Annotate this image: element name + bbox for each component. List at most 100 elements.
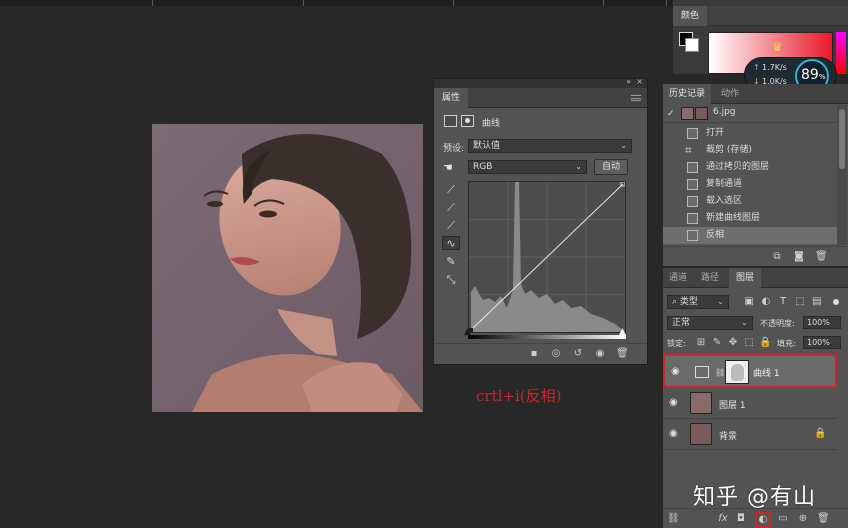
lock-pixels-icon[interactable]: ✎ (711, 337, 723, 349)
channel-dropdown[interactable]: RGB ⌄ (468, 160, 587, 174)
gauge-percent: 89 (801, 67, 819, 83)
channel-value: RGB (473, 162, 493, 172)
view-previous-icon[interactable]: ◎ (550, 348, 562, 360)
history-snapshot-row[interactable]: ✓ 6.jpg (663, 105, 837, 123)
lock-transparent-icon[interactable]: ⊞ (695, 337, 707, 349)
visibility-eye-icon[interactable]: ◉ (671, 367, 683, 377)
lock-all-icon[interactable]: 🔒 (759, 337, 771, 349)
new-document-from-state-icon[interactable]: ⧉ (771, 251, 783, 263)
auto-button[interactable]: 自动 (594, 159, 628, 175)
trash-icon[interactable]: 🗑 (815, 251, 828, 263)
lock-artboard-icon[interactable]: ⬚ (743, 337, 755, 349)
filter-pixel-icon[interactable]: ▣ (743, 296, 755, 308)
lock-icon: 🔒 (814, 428, 827, 439)
lock-position-icon[interactable]: ✥ (727, 337, 739, 349)
tab-actions[interactable]: 动作 (715, 84, 745, 104)
curve-point-tool-icon[interactable]: ∿ (442, 236, 460, 250)
ruler-tick (666, 0, 667, 6)
history-item[interactable]: 复制通道 (663, 176, 837, 193)
new-layer-icon[interactable]: ⊕ (797, 513, 809, 525)
tab-paths[interactable]: 路径 (695, 268, 725, 288)
new-group-icon[interactable]: ▭ (777, 513, 789, 525)
filter-adjustment-icon[interactable]: ◐ (760, 296, 772, 308)
layer-mask-thumb[interactable] (725, 360, 749, 384)
add-mask-icon[interactable]: ◘ (735, 513, 747, 525)
history-item[interactable]: 打开 (663, 125, 837, 142)
adjustment-title: 曲线 (482, 119, 501, 129)
panel-menu-icon[interactable] (631, 95, 641, 101)
snapshot-thumb (695, 107, 708, 120)
trash-icon[interactable]: 🗑 (616, 348, 629, 360)
mask-icon[interactable] (461, 115, 474, 127)
hue-slider[interactable] (836, 32, 846, 74)
history-item[interactable]: 通过拷贝的图层 (663, 159, 837, 176)
clip-to-layer-icon[interactable]: ▪ (528, 348, 540, 360)
hand-target-icon[interactable]: ☚ (443, 161, 457, 175)
eyedropper-black-icon[interactable]: ⟋ (444, 183, 458, 197)
fill-input[interactable]: 100% (803, 336, 841, 349)
tab-layers[interactable]: 图层 (729, 268, 762, 288)
history-tabbar: 历史记录 动作 (663, 84, 848, 104)
layer-filter-value: 类型 (679, 297, 698, 307)
tab-history[interactable]: 历史记录 (663, 84, 712, 104)
preset-label: 预设: (443, 144, 465, 154)
curves-adjustment-icon (695, 366, 709, 378)
curves-graph[interactable] (468, 181, 626, 333)
eyedropper-white-icon[interactable]: ⟋ (444, 219, 458, 233)
upload-arrow-icon: ↑ (753, 63, 760, 72)
filter-type-icon[interactable]: T (777, 296, 789, 308)
reset-icon[interactable]: ↺ (572, 348, 584, 360)
link-layers-icon[interactable]: ⛓ (667, 513, 680, 525)
visibility-eye-icon[interactable]: ◉ (669, 429, 681, 439)
canvas-photo[interactable] (152, 124, 423, 412)
blend-mode-dropdown[interactable]: 正常 ⌄ (667, 316, 753, 330)
fill-label: 填充: (777, 339, 796, 348)
layers-tabbar: 通道 路径 图层 (663, 268, 848, 288)
history-item[interactable]: 载入选区 (663, 193, 837, 210)
trash-icon[interactable]: 🗑 (817, 513, 830, 525)
link-icon[interactable]: ⛓ (715, 368, 725, 377)
visibility-eye-icon[interactable]: ◉ (669, 398, 681, 408)
history-item[interactable]: ⌗ 裁剪 (存储) (663, 142, 837, 159)
white-point-slider[interactable]: ▲ (619, 327, 626, 337)
history-item-active[interactable]: 反相 (663, 227, 837, 244)
collapse-icon[interactable]: » (626, 77, 631, 86)
chevron-down-icon: ⌄ (575, 162, 582, 171)
tab-channels[interactable]: 通道 (663, 268, 693, 288)
crop-icon: ⌗ (685, 143, 692, 157)
filter-toggle[interactable] (833, 299, 839, 305)
brush-icon: ✓ (667, 109, 675, 119)
layer-row-layer1[interactable]: ◉ 图层 1 (663, 388, 837, 419)
layer-row-background[interactable]: ◉ 背景 🔒 (663, 419, 837, 450)
layer-row-curves[interactable]: ◉ ⛓ 曲线 1 (663, 354, 837, 388)
history-item[interactable]: 新建曲线图层 (663, 210, 837, 227)
opacity-label: 不透明度: (760, 319, 795, 328)
pencil-icon[interactable]: ✎ (444, 255, 458, 269)
scrollbar-thumb[interactable] (839, 109, 845, 169)
visibility-eye-icon[interactable]: ◉ (594, 348, 606, 360)
chevron-down-icon: ⌄ (741, 318, 748, 327)
eyedropper-gray-icon[interactable]: ⟋ (444, 201, 458, 215)
camera-icon[interactable]: ◙ (793, 251, 805, 263)
gauge-percent-sign: % (819, 73, 826, 81)
gradient-bar (468, 335, 626, 339)
filter-shape-icon[interactable]: ⬚ (794, 296, 806, 308)
lock-label: 锁定: (667, 339, 686, 348)
history-scrollbar[interactable] (837, 105, 847, 245)
panel-grip-bar: » × (434, 77, 647, 88)
history-state-icon (687, 213, 698, 224)
background-swatch[interactable] (685, 38, 699, 52)
new-adjustment-layer-icon[interactable]: ◐ (755, 512, 771, 528)
tab-properties[interactable]: 属性 (434, 88, 469, 108)
shortcut-annotation: crtl+i(反相) (476, 387, 562, 405)
fx-icon[interactable]: fx (717, 513, 729, 525)
layer-filter-dropdown[interactable]: ⌕ 类型 ⌄ (667, 295, 729, 309)
opacity-input[interactable]: 100% (803, 316, 841, 329)
filter-smart-object-icon[interactable]: ▤ (811, 296, 823, 308)
layers-footer: ⛓ fx ◘ ◐ ▭ ⊕ 🗑 (663, 508, 848, 528)
black-point-slider[interactable]: ▲ (464, 327, 471, 337)
preset-dropdown[interactable]: 默认值 ⌄ (468, 139, 632, 153)
close-icon[interactable]: × (636, 77, 643, 86)
smooth-curve-icon[interactable]: ⤡ (444, 273, 458, 287)
tab-color[interactable]: 颜色 (673, 6, 708, 26)
